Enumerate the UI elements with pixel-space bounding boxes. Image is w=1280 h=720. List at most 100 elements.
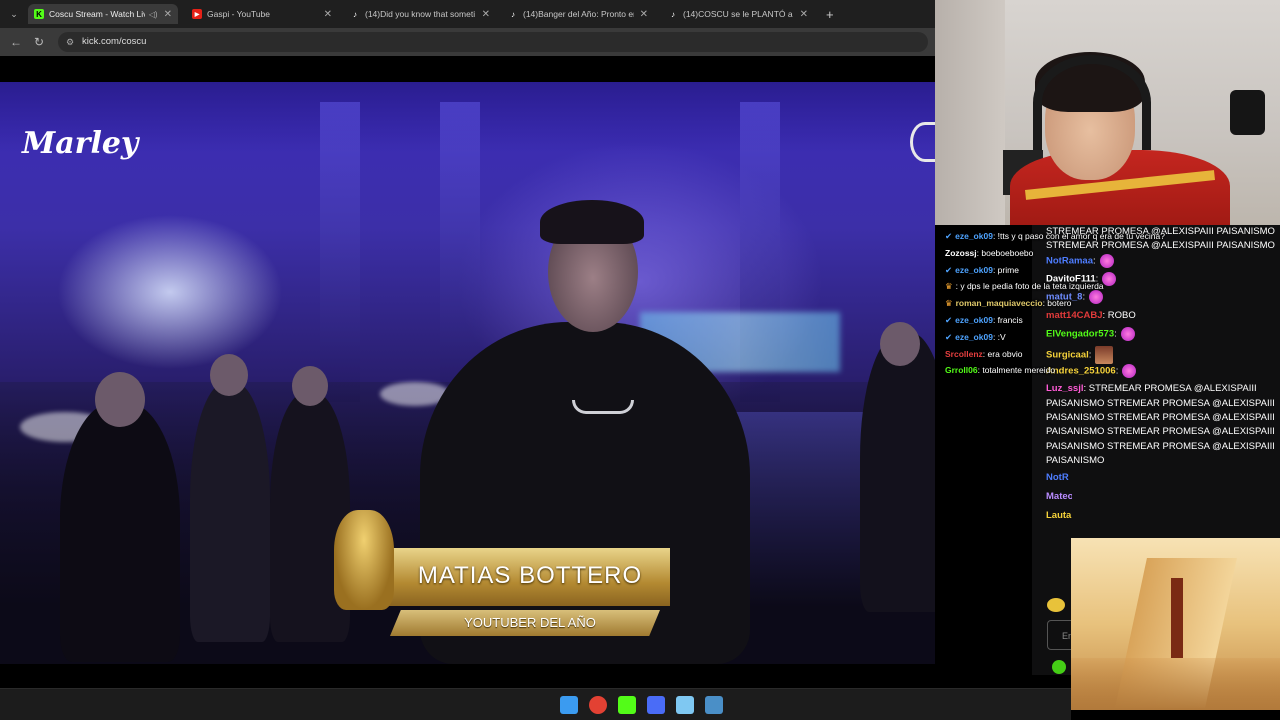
overlay-chat-username[interactable]: eze_ok09 bbox=[955, 332, 993, 342]
notepad-icon[interactable] bbox=[676, 696, 694, 714]
overlay-chat-text: : boeboeboebo bbox=[976, 247, 1034, 258]
overlay-chat-line: ✔ eze_ok09: prime bbox=[945, 262, 1065, 279]
points-icon[interactable] bbox=[1052, 660, 1066, 674]
windows-taskbar bbox=[0, 688, 1071, 720]
overlay-chat-line: Grroll06: totalmente mereido bbox=[945, 362, 1065, 379]
chat-text: : bbox=[1088, 349, 1092, 361]
overlay-chat-text: : prime bbox=[992, 264, 1019, 275]
check-icon: ✔ bbox=[945, 331, 953, 342]
address-bar[interactable]: ⚙ kick.com/coscu bbox=[58, 32, 928, 52]
overlay-chat-text: : !tts y q paso con el amor q era de tu … bbox=[992, 231, 1165, 241]
tab-tiktok-1[interactable]: ♪ (14)Did you know that someti ✕ bbox=[344, 4, 496, 24]
trophy-icon bbox=[334, 510, 394, 610]
chat-message: Lauta bbox=[1032, 506, 1072, 525]
headset-icon bbox=[1033, 55, 1151, 150]
cameraman bbox=[860, 332, 935, 612]
chat-text: : bbox=[1114, 328, 1117, 340]
screen: ⌄ K Coscu Stream - Watch Live ◁) ✕ ▶ Gas… bbox=[0, 0, 1280, 720]
overlay-chat-text: : totalmente mereido bbox=[977, 365, 1056, 376]
emoji-icon[interactable] bbox=[1047, 598, 1065, 612]
overlay-chat: ✔ eze_ok09: !tts y q paso con el amor q e… bbox=[945, 228, 1165, 383]
close-tab-icon[interactable]: ✕ bbox=[800, 9, 808, 20]
windows-start-icon[interactable] bbox=[560, 696, 578, 714]
chat-username[interactable]: NotR bbox=[1046, 472, 1069, 483]
pillar bbox=[320, 102, 360, 402]
kick-app-icon[interactable] bbox=[618, 696, 636, 714]
lower-third-banner: MATIAS BOTTERO YOUTUBER DEL AÑO bbox=[334, 510, 670, 640]
chat-username[interactable]: Lauta bbox=[1046, 510, 1071, 521]
reload-icon[interactable]: ↻ bbox=[31, 34, 47, 50]
tab-title: (14)COSCU se le PLANTÓ a BAU bbox=[683, 9, 794, 19]
tab-search-icon[interactable]: ⌄ bbox=[6, 6, 22, 22]
guest-head bbox=[210, 354, 248, 396]
wall-door bbox=[935, 0, 1005, 225]
overlay-chat-username[interactable]: Zozossj bbox=[945, 248, 977, 258]
close-tab-icon[interactable]: ✕ bbox=[324, 9, 332, 20]
overlay-chat-line: Zozossj: boeboeboebo bbox=[945, 245, 1065, 262]
tab-tiktok-2[interactable]: ♪ (14)Banger del Año: Pronto en ✕ bbox=[502, 4, 654, 24]
tab-tiktok-3[interactable]: ♪ (14)COSCU se le PLANTÓ a BAU ✕ bbox=[662, 4, 814, 24]
guest bbox=[190, 382, 270, 642]
browser-toolbar: ← ↻ ⚙ kick.com/coscu bbox=[0, 28, 935, 56]
overlay-chat-text: : francis bbox=[992, 314, 1023, 325]
steam-icon[interactable] bbox=[705, 696, 723, 714]
chat-message: Mateo bbox=[1032, 487, 1072, 506]
close-tab-icon[interactable]: ✕ bbox=[640, 9, 648, 20]
browser-tab-bar: ⌄ K Coscu Stream - Watch Live ◁) ✕ ▶ Gas… bbox=[0, 0, 935, 28]
overlay-chat-line: ✔ eze_ok09: :V bbox=[945, 329, 1065, 346]
chrome-icon[interactable] bbox=[589, 696, 607, 714]
check-icon: ✔ bbox=[945, 264, 953, 275]
chat-message: NotRamaa: bbox=[1032, 253, 1280, 272]
chat-text: : bbox=[1082, 291, 1086, 303]
chat-message: Luz_ssjl: STREMEAR PROMESA @ALEXISPAIII … bbox=[1032, 382, 1280, 468]
check-icon: ✔ bbox=[945, 314, 953, 325]
emote-icon bbox=[1089, 290, 1104, 305]
chat-message: Surgicaal: bbox=[1032, 345, 1280, 364]
tab-gaspi-youtube[interactable]: ▶ Gaspi - YouTube ✕ bbox=[186, 4, 338, 24]
overlay-chat-username[interactable]: eze_ok09 bbox=[955, 231, 993, 241]
overlay-chat-line: ✔ eze_ok09: !tts y q paso con el amor q e… bbox=[945, 228, 1165, 245]
chat-username[interactable]: Luz_ssjl bbox=[1046, 383, 1084, 394]
overlay-chat-text: : :V bbox=[992, 331, 1006, 342]
emote-icon bbox=[1099, 253, 1114, 268]
app-diamond-icon[interactable] bbox=[647, 696, 665, 714]
close-tab-icon[interactable]: ✕ bbox=[164, 9, 172, 20]
presenter-hair bbox=[540, 200, 644, 244]
banner-role: YOUTUBER DEL AÑO bbox=[464, 615, 596, 630]
chat-username[interactable]: Mateo bbox=[1046, 491, 1072, 502]
site-info-icon[interactable]: ⚙ bbox=[66, 32, 74, 52]
stream-video[interactable]: Marley MATIAS BOTTERO YOUTUBER DEL AÑO bbox=[0, 82, 935, 664]
overlay-chat-line: ♛ roman_maquiaveccio: botero bbox=[945, 295, 1071, 312]
crown-icon: ♛ bbox=[945, 298, 953, 309]
overlay-chat-username[interactable]: eze_ok09 bbox=[955, 265, 993, 275]
banner-name: MATIAS BOTTERO bbox=[417, 562, 643, 589]
overlay-chat-text: : era obvio bbox=[982, 348, 1023, 359]
marley-logo: Marley bbox=[22, 126, 139, 161]
overlay-chat-text: : y dps le pedia foto de la teta izquier… bbox=[955, 281, 1104, 292]
tab-title: Gaspi - YouTube bbox=[207, 9, 271, 19]
tab-coscu-stream[interactable]: K Coscu Stream - Watch Live ◁) ✕ bbox=[28, 4, 178, 24]
chat-message: NotR bbox=[1032, 468, 1072, 487]
tab-title: (14)Banger del Año: Pronto en bbox=[523, 9, 634, 19]
guest bbox=[60, 402, 180, 662]
cameraman-head bbox=[880, 322, 920, 366]
close-tab-icon[interactable]: ✕ bbox=[482, 9, 490, 20]
speaker-icon[interactable]: ◁) bbox=[149, 10, 158, 19]
new-tab-button[interactable]: + bbox=[820, 4, 842, 24]
chat-text: : bbox=[1093, 255, 1096, 267]
tiktok-icon: ♪ bbox=[353, 9, 357, 19]
overlay-chat-username[interactable]: Grroll06 bbox=[945, 365, 978, 375]
tiktok-icon: ♪ bbox=[671, 9, 675, 19]
overlay-chat-username[interactable]: roman_maquiaveccio bbox=[956, 298, 1043, 308]
overlay-chat-username[interactable]: eze_ok09 bbox=[955, 315, 993, 325]
tiktok-icon: ♪ bbox=[511, 9, 515, 19]
check-icon: ✔ bbox=[945, 231, 953, 241]
back-icon[interactable]: ← bbox=[8, 34, 24, 50]
emote-icon bbox=[1120, 327, 1135, 342]
chat-message: Andres_251006: bbox=[1032, 363, 1280, 382]
game-pillar bbox=[1171, 578, 1183, 658]
overlay-chat-username[interactable]: Srcollenz bbox=[945, 349, 983, 359]
game-floor bbox=[1071, 658, 1280, 710]
youtube-icon: ▶ bbox=[192, 9, 202, 19]
chain-necklace bbox=[572, 400, 634, 414]
